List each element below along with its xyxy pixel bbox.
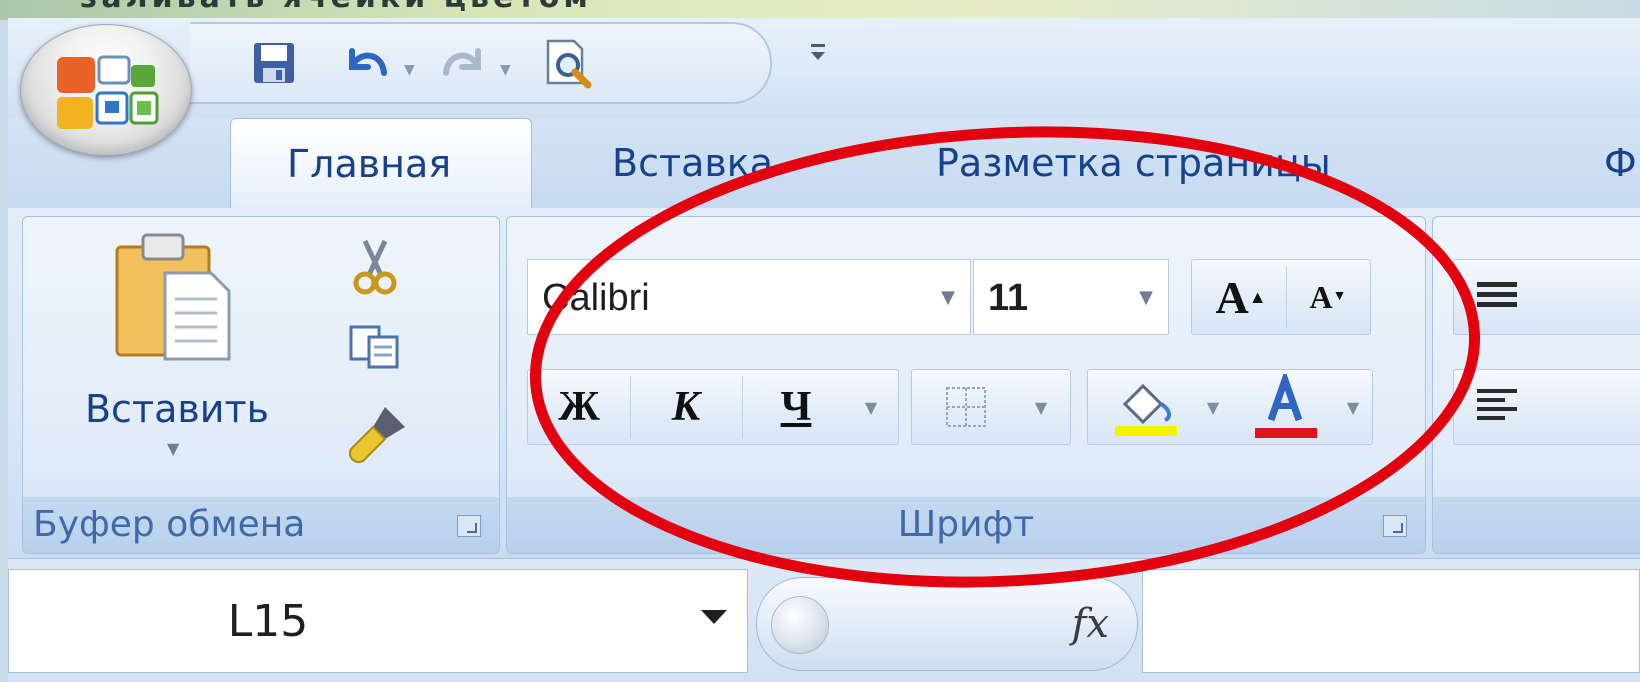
font-group-label: Шрифт (507, 497, 1425, 553)
paste-label: Вставить (84, 387, 269, 431)
align-top-icon (1477, 282, 1517, 307)
office-logo-icon (57, 55, 159, 129)
fx-icon: fx (1071, 601, 1109, 647)
ribbon-tabs: Главная Вставка Разметка страницы Ф (8, 118, 1640, 209)
office-button[interactable] (20, 24, 192, 156)
clipboard-group: Вставить ▼ Буфер обмена (22, 216, 500, 554)
borders-button[interactable] (926, 370, 1006, 444)
font-color-button[interactable] (1238, 370, 1334, 444)
align-left-button[interactable] (1462, 370, 1532, 444)
alignment-group (1432, 216, 1640, 554)
borders-icon (946, 387, 986, 427)
format-painter-icon (349, 407, 405, 463)
slide-background: заливать ячейки цветом (0, 0, 1640, 20)
save-button[interactable] (248, 38, 300, 88)
clipboard-group-label: Буфер обмена (23, 497, 499, 553)
copy-button[interactable] (347, 323, 411, 379)
scissors-icon (353, 239, 397, 295)
print-preview-icon (546, 39, 592, 89)
slide-caption: заливать ячейки цветом (80, 0, 592, 15)
font-name-combo[interactable]: Calibri ▼ (527, 259, 971, 335)
name-box[interactable]: L15 (8, 569, 748, 673)
insert-function-button[interactable]: fx (1072, 578, 1109, 670)
undo-icon (349, 48, 387, 76)
alignment-group-label (1433, 497, 1640, 553)
paste-button[interactable]: Вставить ▼ (77, 229, 277, 469)
paste-dropdown-arrow[interactable]: ▼ (167, 439, 179, 458)
grow-font-button[interactable]: A ▲ (1198, 260, 1284, 334)
grow-font-caret-icon: ▲ (1248, 286, 1267, 307)
underline-dropdown-icon[interactable]: ▼ (846, 370, 896, 444)
fill-bucket-icon (1115, 383, 1177, 436)
format-painter-button[interactable] (345, 401, 415, 469)
font-color-icon (1255, 374, 1317, 438)
fill-color-swatch (1115, 426, 1177, 436)
fill-color-dropdown-icon[interactable]: ▼ (1196, 370, 1230, 444)
shrink-font-label: A (1309, 278, 1333, 315)
formula-bar: L15 fx (8, 558, 1640, 682)
horizontal-align-group (1453, 369, 1640, 445)
font-size-combo[interactable]: 11 ▼ (973, 259, 1169, 335)
tab-page-layout[interactable]: Разметка страницы (936, 118, 1331, 208)
separator (742, 376, 743, 438)
font-name-dropdown-icon[interactable]: ▼ (926, 260, 970, 334)
clipboard-label: Буфер обмена (33, 504, 306, 545)
fill-color-button[interactable] (1096, 370, 1196, 444)
separator (1286, 266, 1287, 328)
font-color-swatch (1255, 428, 1317, 438)
excel-window: заливать ячейки цветом (0, 0, 1640, 682)
text-style-group: Ж К Ч ▼ (527, 369, 899, 445)
paste-icon (115, 233, 231, 361)
font-color-dropdown-icon[interactable]: ▼ (1336, 370, 1370, 444)
shrink-font-caret-icon: ▼ (1332, 289, 1347, 304)
customize-qat-icon[interactable] (808, 40, 828, 64)
grow-font-label: A (1215, 271, 1249, 323)
borders-dropdown-icon[interactable]: ▼ (1016, 370, 1066, 444)
cut-button[interactable] (351, 237, 411, 301)
tab-home[interactable]: Главная (230, 118, 532, 209)
clipboard-dialog-launcher-icon[interactable] (457, 515, 481, 537)
undo-button[interactable] (340, 38, 394, 88)
name-box-dropdown-icon[interactable] (701, 610, 727, 624)
formula-tools: fx (756, 577, 1138, 671)
italic-button[interactable]: К (632, 370, 740, 444)
ribbon: Вставить ▼ Буфер обмена Calibri ▼ 11 ▼ A… (8, 208, 1640, 558)
borders-group: ▼ (911, 369, 1071, 445)
color-group: ▼ ▼ (1087, 369, 1373, 445)
name-box-value: L15 (227, 596, 309, 647)
undo-dropdown-arrow[interactable]: ▼ (404, 62, 415, 78)
font-group: Calibri ▼ 11 ▼ A ▲ A ▼ Ж К Ч ▼ ▼ ▼ ▼ Шри… (506, 216, 1426, 554)
font-size-value: 11 (988, 277, 1029, 319)
underline-button[interactable]: Ч (746, 370, 846, 444)
tab-home-label: Главная (287, 142, 452, 186)
redo-icon (443, 48, 481, 76)
formula-bar-resize-handle[interactable] (771, 596, 829, 654)
grow-shrink-group: A ▲ A ▼ (1191, 259, 1371, 335)
tab-insert[interactable]: Вставка (612, 118, 773, 208)
shrink-font-button[interactable]: A ▼ (1288, 260, 1368, 334)
bold-button[interactable]: Ж (530, 370, 628, 444)
formula-input[interactable] (1142, 569, 1640, 673)
tab-formulas[interactable]: Ф (1604, 118, 1637, 208)
quick-access-toolbar: ▼ ▼ (190, 22, 772, 104)
font-dialog-launcher-icon[interactable] (1383, 515, 1407, 537)
vertical-align-group (1453, 259, 1640, 335)
separator (630, 376, 631, 438)
align-top-button[interactable] (1462, 260, 1532, 334)
redo-button[interactable] (436, 38, 490, 88)
font-name-value: Calibri (542, 277, 650, 319)
print-preview-button[interactable] (540, 38, 600, 89)
save-icon (254, 43, 294, 83)
redo-dropdown-arrow[interactable]: ▼ (500, 62, 511, 78)
font-size-dropdown-icon[interactable]: ▼ (1124, 260, 1168, 334)
copy-icon (349, 325, 399, 369)
align-left-icon (1477, 389, 1517, 420)
